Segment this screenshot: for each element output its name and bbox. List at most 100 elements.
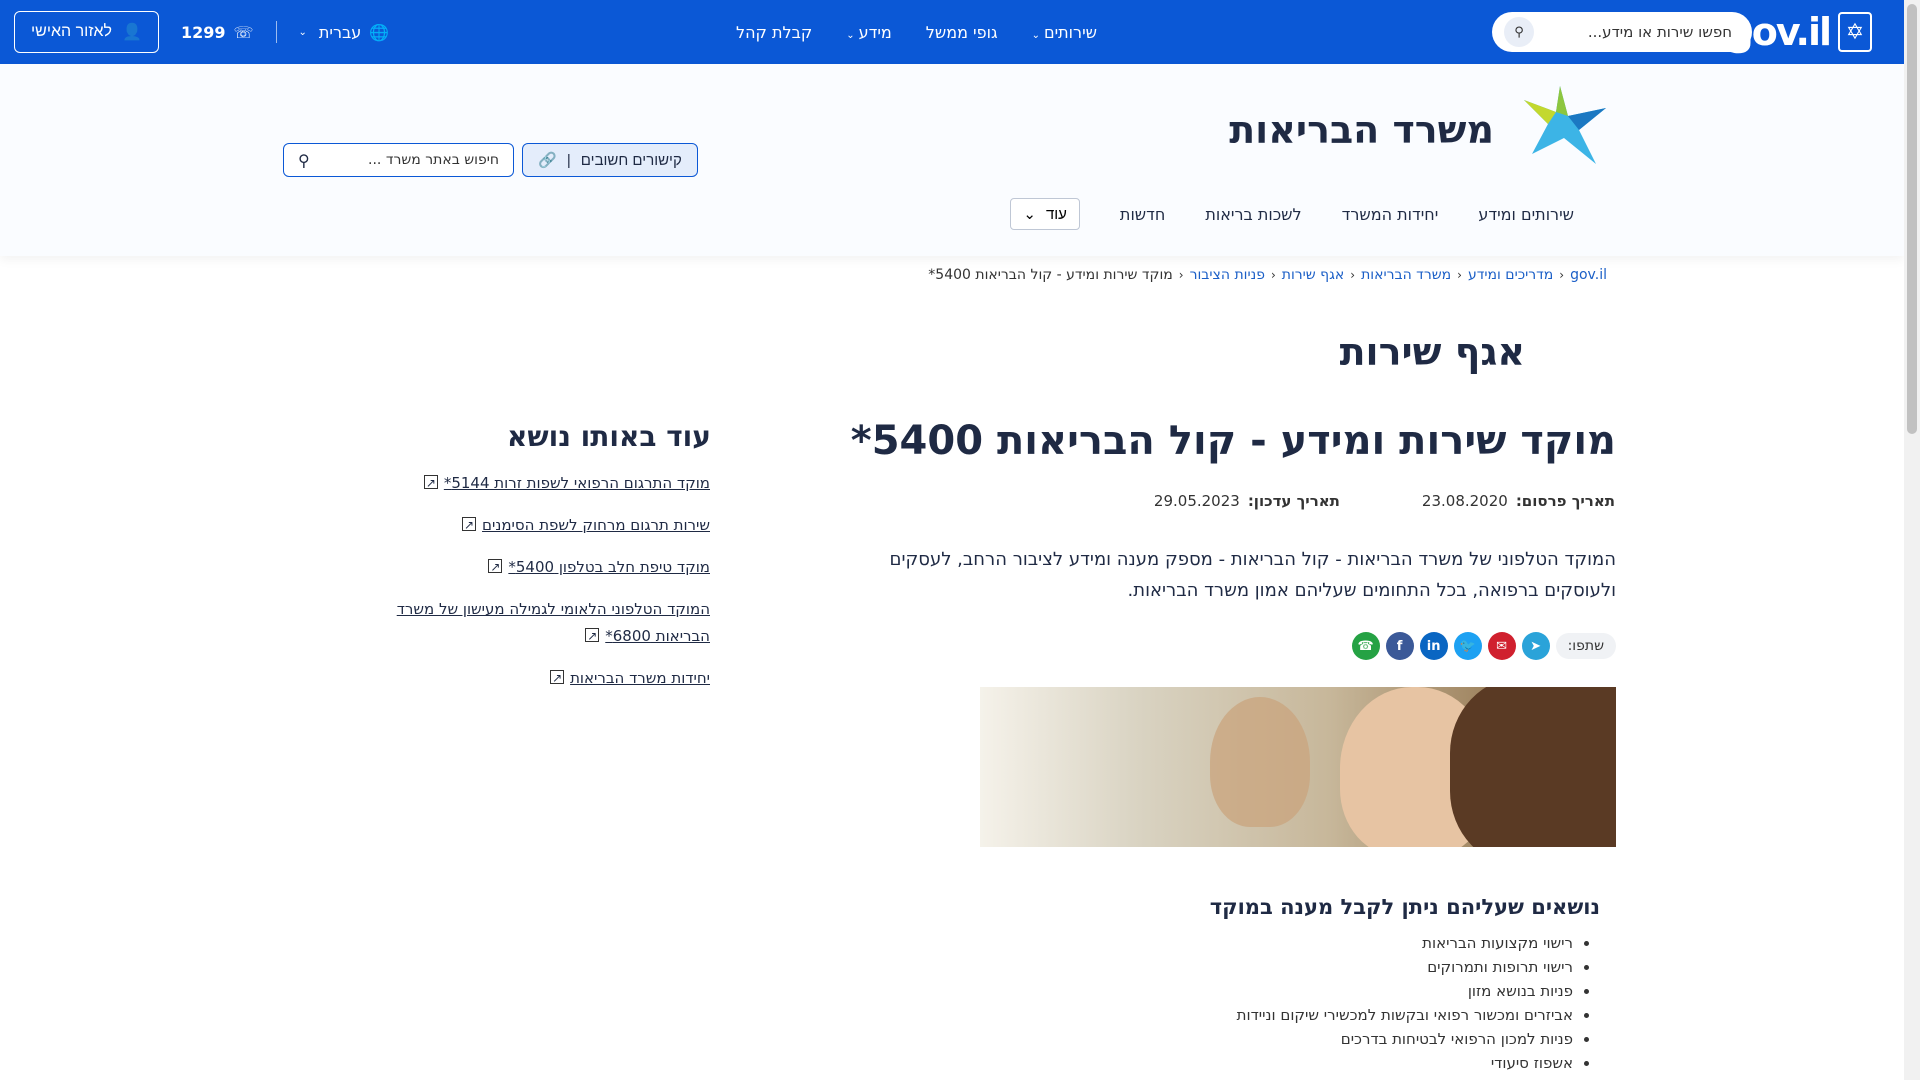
list-item: רישוי תרופות ותמרוקים <box>1237 955 1573 979</box>
breadcrumb-item[interactable]: משרד הבריאות <box>1361 267 1451 283</box>
nav-services[interactable]: שירותים⌄ <box>1032 23 1097 42</box>
topics-title: נושאים שעליהם ניתן לקבל מענה במוקד <box>1209 895 1600 919</box>
phone-link[interactable]: 1299 ☏ <box>181 23 254 42</box>
chevron-left-icon: ‹ <box>1350 268 1356 282</box>
hero-image-hair <box>1450 687 1616 847</box>
phone-number: 1299 <box>180 22 226 42</box>
nav-reception[interactable]: קבלת קהל <box>736 23 812 42</box>
globe-icon: 🌐 <box>369 22 390 42</box>
nav-info[interactable]: מידע⌄ <box>846 23 892 42</box>
ministry-subnav: שירותים ומידע יחידות המשרד לשכות בריאות … <box>1010 198 1574 230</box>
breadcrumb-item[interactable]: מדריכים ומידע <box>1468 267 1553 283</box>
related-link-label: המוקד הטלפוני הלאומי לגמילה מעישון של מש… <box>396 600 710 645</box>
ministry-title[interactable]: משרד הבריאות <box>1229 108 1494 152</box>
breadcrumb-item[interactable]: פניות הציבור <box>1190 267 1265 283</box>
subnav-news[interactable]: חדשות <box>1120 205 1165 224</box>
top-utilities: לאזור האישי 👤 1299 ☏ ⌄ עברית 🌐 <box>14 11 389 53</box>
related-link-label: מוקד טיפת חלב בטלפון 5400* <box>508 558 710 576</box>
personal-area-button[interactable]: לאזור האישי 👤 <box>14 11 159 53</box>
published-label: תאריך פרסום: <box>1515 492 1615 510</box>
list-item: אשפוז סיעודי <box>1237 1051 1573 1075</box>
related-link-label: שירות תרגום מרחוק לשפת הסימנים <box>482 516 710 534</box>
telegram-icon[interactable]: ➤ <box>1521 632 1550 660</box>
share-bar: שתפו: ➤ ✉ 🐦 in f ☎ <box>1351 632 1616 660</box>
external-link-icon <box>423 470 438 497</box>
more-label: עוד <box>1045 205 1067 223</box>
related-link[interactable]: יחידות משרד הבריאות <box>340 665 710 692</box>
separator: | <box>566 151 571 169</box>
updated-date: תאריך עדכון: 29.05.2023 <box>1154 492 1340 510</box>
twitter-icon[interactable]: 🐦 <box>1453 632 1482 660</box>
subnav-units[interactable]: יחידות המשרד <box>1342 205 1439 224</box>
site-search: ⚲ <box>283 143 514 177</box>
nav-info-label: מידע <box>858 22 892 42</box>
chevron-left-icon: ‹ <box>1270 268 1276 282</box>
chevron-left-icon: ‹ <box>1559 268 1565 282</box>
govil-top-bar: gov.il ✡ ⚲ שירותים⌄ גופי ממשל מידע⌄ קבלת… <box>0 0 1904 64</box>
personal-area-label: לאזור האישי <box>31 23 113 40</box>
search-icon[interactable]: ⚲ <box>298 151 310 170</box>
chevron-down-icon: ⌄ <box>298 26 307 38</box>
global-search: ⚲ <box>1492 12 1752 52</box>
hero-image <box>980 687 1616 847</box>
related-title: עוד באותו נושא <box>507 420 711 453</box>
email-icon[interactable]: ✉ <box>1487 632 1516 660</box>
page-dates: תאריך פרסום: 23.08.2020 תאריך עדכון: 29.05… <box>1154 492 1615 510</box>
divider <box>275 21 277 43</box>
chevron-left-icon: ‹ <box>1457 268 1462 282</box>
related-link-label: מוקד התרגום הרפואי לשפות זרות 5144* <box>443 474 710 492</box>
scrollbar-thumb[interactable] <box>1907 4 1917 434</box>
breadcrumb-item[interactable]: אגף שירות <box>1282 267 1345 283</box>
list-item: רישוי מקצועות הבריאות <box>1237 931 1573 955</box>
external-link-icon <box>585 623 600 650</box>
nav-gov-bodies[interactable]: גופי ממשל <box>926 23 998 42</box>
chevron-left-icon: ‹ <box>1178 268 1184 282</box>
breadcrumb: gov.il ‹ מדריכים ומידע ‹ משרד הבריאות ‹ אגף… <box>928 267 1607 283</box>
list-item: פניות בנושא מזון <box>1237 979 1573 1003</box>
chevron-down-icon: ⌄ <box>1023 206 1036 223</box>
published-value: 23.08.2020 <box>1421 492 1508 510</box>
linkedin-icon[interactable]: in <box>1419 632 1448 660</box>
nav-services-label: שירותים <box>1043 22 1097 42</box>
intro-paragraph: המוקד הטלפוני של משרד הבריאות - קול הברי… <box>889 549 1616 601</box>
whatsapp-icon[interactable]: ☎ <box>1351 632 1380 660</box>
language-label: עברית <box>318 22 362 42</box>
important-links-button[interactable]: קישורים חשובים | 🔗 <box>522 143 698 177</box>
page-title: מוקד שירות ומידע - קול הבריאות 5400* <box>850 418 1616 464</box>
phone-icon: ☏ <box>233 22 254 42</box>
external-link-icon <box>488 554 503 581</box>
related-link[interactable]: שירות תרגום מרחוק לשפת הסימנים <box>340 512 710 539</box>
related-link[interactable]: מוקד טיפת חלב בטלפון 5400* <box>340 554 710 581</box>
user-icon: 👤 <box>122 24 142 41</box>
related-links: מוקד התרגום הרפואי לשפות זרות 5144* שירו… <box>340 470 710 707</box>
site-search-input[interactable] <box>319 152 499 168</box>
subnav-health-offices[interactable]: לשכות בריאות <box>1205 205 1301 224</box>
search-icon[interactable]: ⚲ <box>1504 17 1534 47</box>
related-link-label: יחידות משרד הבריאות <box>570 669 710 687</box>
important-links-label: קישורים חשובים <box>580 151 682 169</box>
chevron-down-icon: ⌄ <box>846 29 855 41</box>
subnav-services-info[interactable]: שירותים ומידע <box>1478 205 1574 224</box>
main-nav: שירותים⌄ גופי ממשל מידע⌄ קבלת קהל <box>736 0 1097 64</box>
published-date: תאריך פרסום: 23.08.2020 <box>1422 492 1615 510</box>
global-search-input[interactable] <box>1534 23 1732 41</box>
ministry-logo-icon[interactable] <box>1524 86 1614 166</box>
breadcrumb-current: מוקד שירות ומידע - קול הבריאות 5400* <box>928 267 1173 283</box>
related-link[interactable]: המוקד הטלפוני הלאומי לגמילה מעישון של מש… <box>340 596 710 650</box>
updated-value: 29.05.2023 <box>1153 492 1240 510</box>
hero-image-person <box>1210 697 1310 827</box>
scrollbar[interactable] <box>1904 0 1920 1080</box>
related-link[interactable]: מוקד התרגום הרפואי לשפות זרות 5144* <box>340 470 710 497</box>
department-title: אגף שירות <box>1339 330 1525 374</box>
link-icon: 🔗 <box>538 152 557 169</box>
language-selector[interactable]: ⌄ עברית 🌐 <box>299 23 390 42</box>
list-item: אביזרים ומכשור רפואי ובקשות למכשירי שיקו… <box>1237 1003 1573 1027</box>
breadcrumb-item[interactable]: gov.il <box>1570 267 1607 283</box>
chevron-down-icon: ⌄ <box>1031 29 1040 41</box>
facebook-icon[interactable]: f <box>1385 632 1414 660</box>
external-link-icon <box>462 512 477 539</box>
share-label: שתפו: <box>1555 633 1616 659</box>
topics-list: רישוי מקצועות הבריאות רישוי תרופות ותמרו… <box>1237 931 1595 1075</box>
list-item: פניות למכון הרפואי לבטיחות בדרכים <box>1237 1027 1573 1051</box>
more-dropdown[interactable]: עוד ⌄ <box>1010 198 1080 230</box>
